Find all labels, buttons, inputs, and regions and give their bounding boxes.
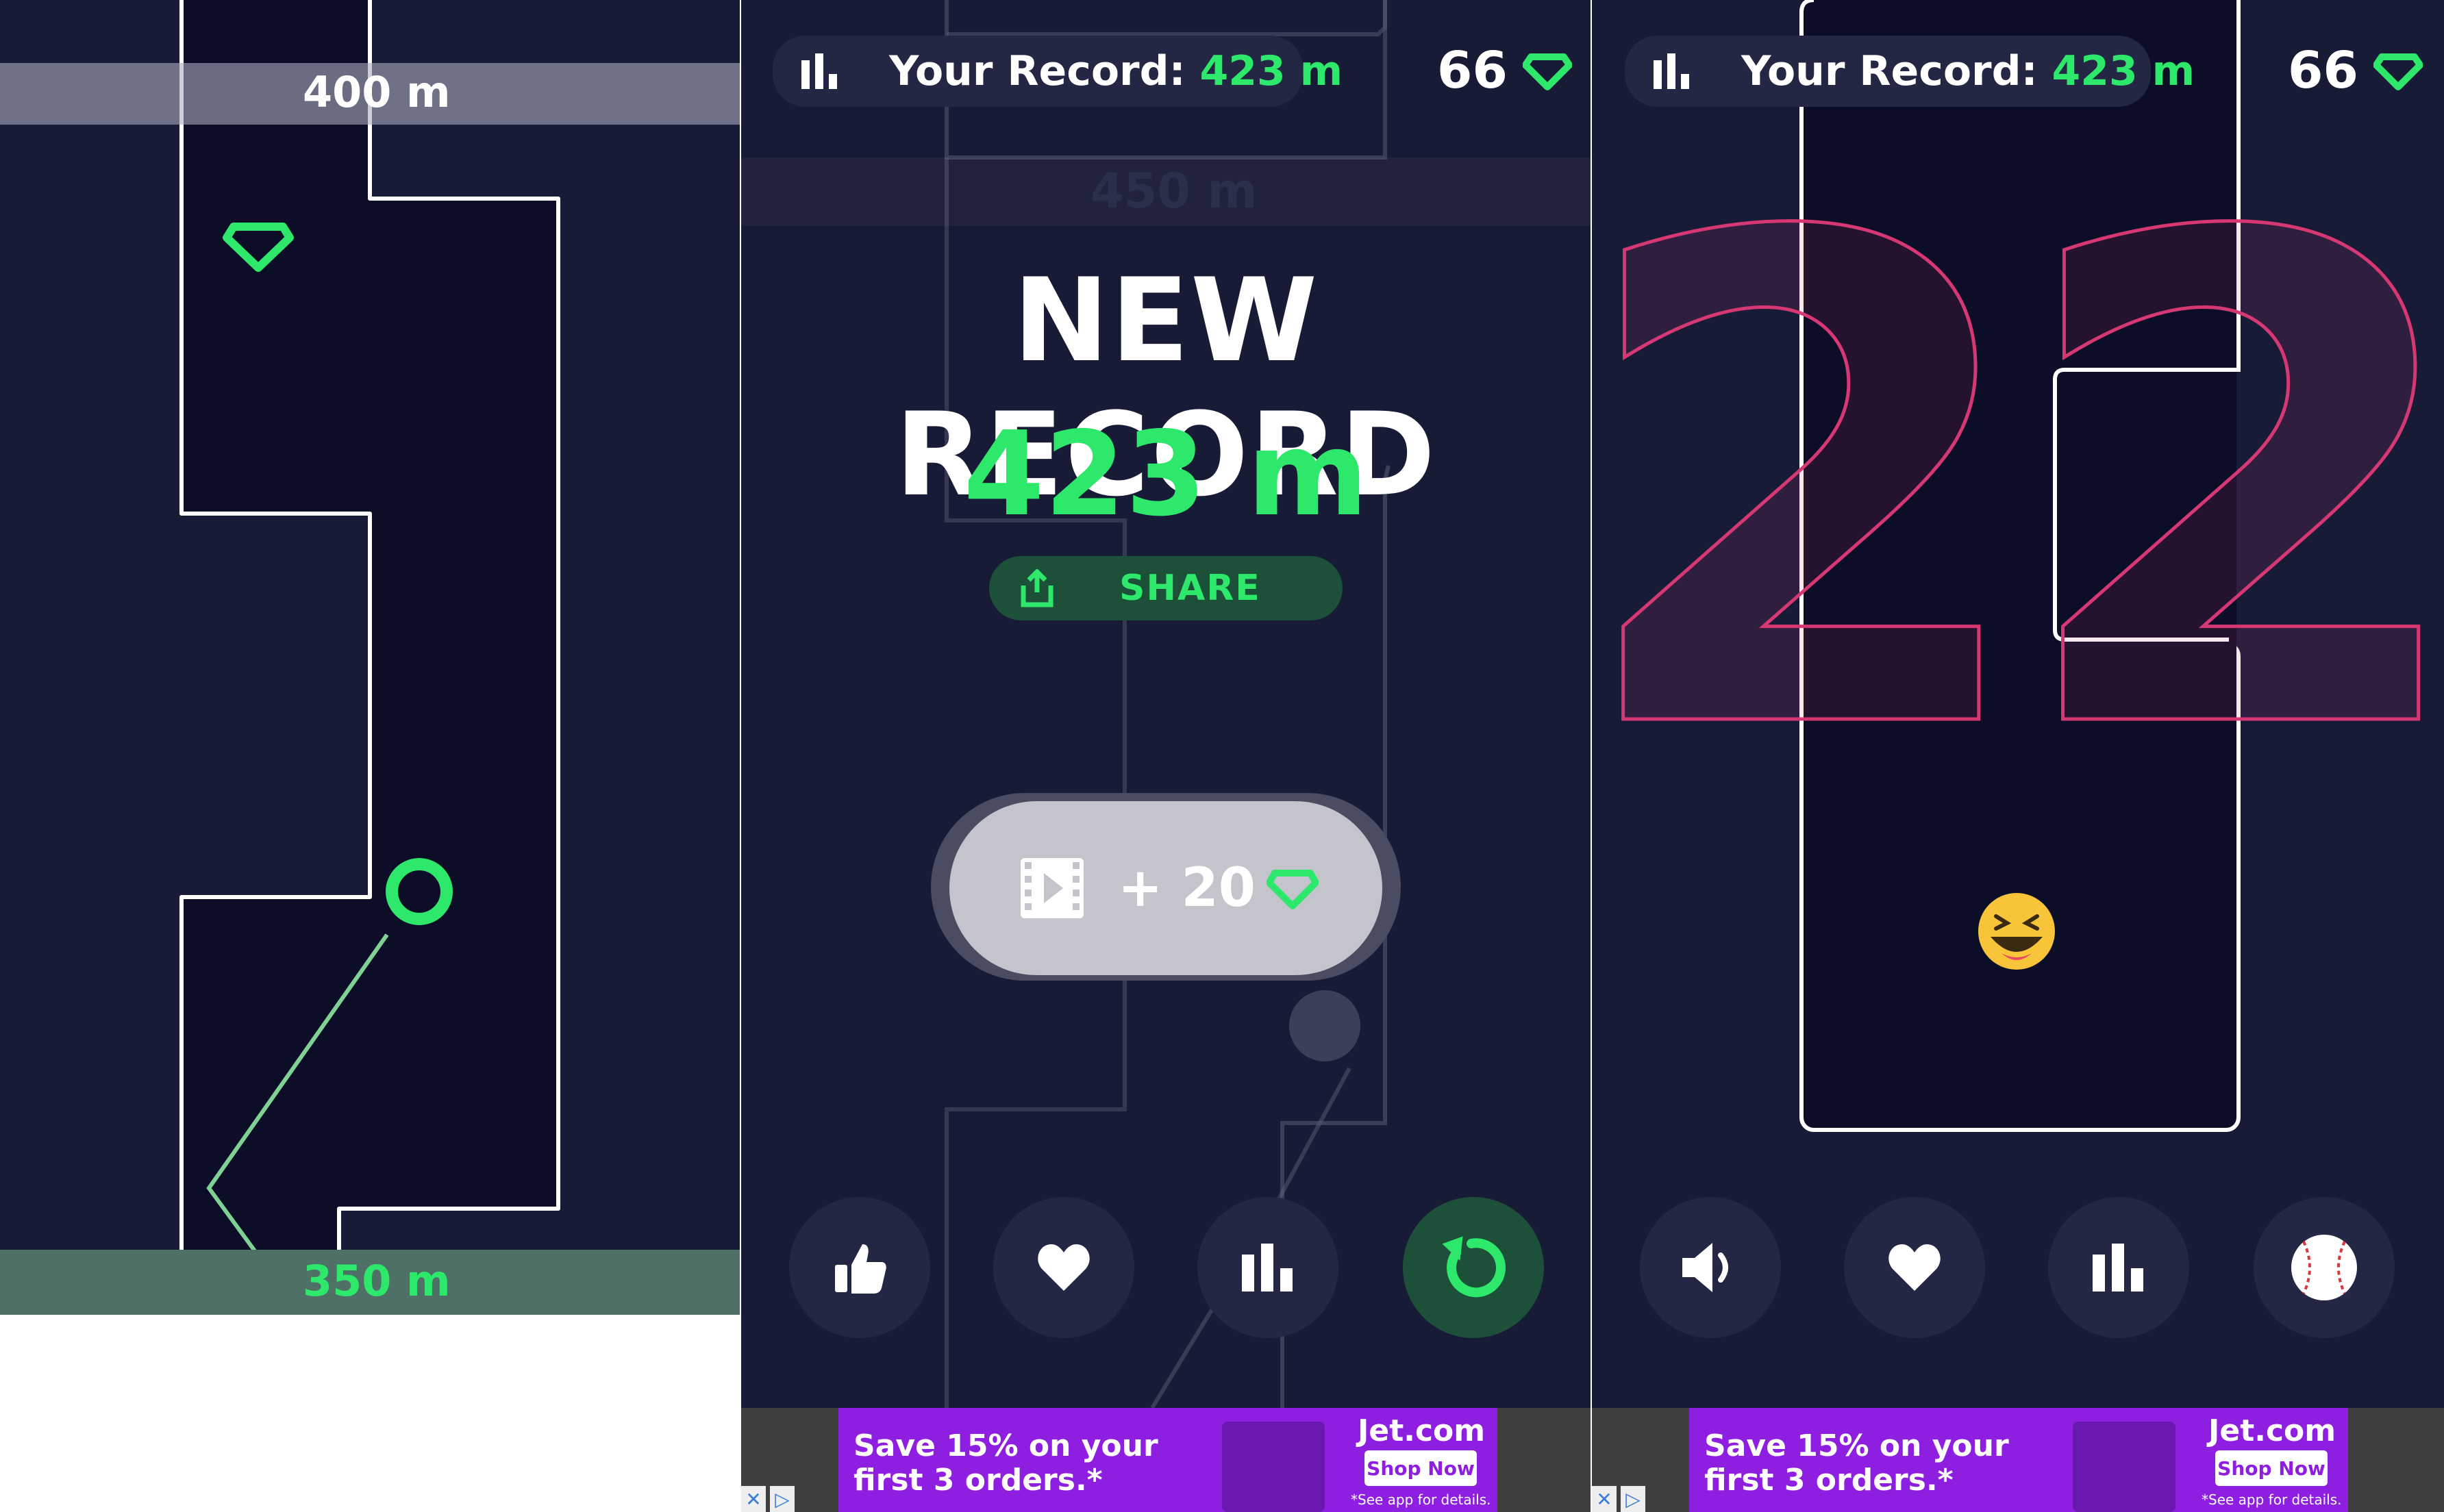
leaderboard-icon [800, 53, 838, 89]
ad-disclaimer: *See app for details. [1351, 1491, 1491, 1508]
leaderboard-icon [1240, 1244, 1295, 1292]
share-icon [1018, 569, 1056, 607]
countdown-digits: 22 [1592, 97, 2444, 878]
game-over-panel: 450 m Your Record: 423 m 66 NEW RECORD 4… [741, 0, 1591, 1512]
gem-icon [2373, 50, 2423, 91]
distance-marker-350-label: 350 m [303, 1256, 451, 1306]
gameplay-panel: 400 m 350 m [0, 0, 740, 1315]
share-button[interactable]: SHARE [989, 556, 1343, 620]
track-svg [179, 0, 560, 1315]
ad-headline-line2: first 3 orders.* [1704, 1463, 1954, 1498]
like-icon [832, 1240, 887, 1295]
ad-product-image [1222, 1422, 1325, 1512]
like-button[interactable] [789, 1197, 930, 1338]
record-label: Your Record: [889, 47, 1200, 95]
baseball-icon [2289, 1232, 2360, 1303]
favorite-button[interactable] [993, 1197, 1134, 1338]
leaderboard-icon [1652, 53, 1691, 89]
watch-video-reward-button[interactable]: + 20 [949, 801, 1382, 975]
distance-marker-400-label: 400 m [303, 67, 451, 117]
ad-banner[interactable]: Save 15% on your first 3 orders.* Jet.co… [838, 1408, 1497, 1512]
record-distance: 423 m [963, 407, 1369, 542]
gem-count: 66 [1437, 41, 1508, 100]
ad-headline-line1: Save 15% on your [1704, 1428, 2009, 1463]
gem-counter: 66 [2288, 41, 2423, 100]
leaderboard-button[interactable] [2048, 1197, 2189, 1338]
reward-amount: + 20 [1118, 857, 1256, 919]
ad-banner[interactable]: Save 15% on your first 3 orders.* Jet.co… [1689, 1408, 2348, 1512]
ad-strip: ✕ ▷ Save 15% on your first 3 orders.* Je… [1592, 1408, 2444, 1512]
adchoices-icon[interactable]: ▷ [1621, 1486, 1645, 1512]
record-chip[interactable]: Your Record: 423 m [1625, 36, 2195, 107]
favorite-button[interactable] [1844, 1197, 1985, 1338]
ball-skin-button[interactable] [2254, 1197, 2395, 1338]
ad-brand: Jet.com [2208, 1413, 2336, 1448]
sound-button[interactable] [1640, 1197, 1781, 1338]
ad-brand: Jet.com [1358, 1413, 1486, 1448]
sound-icon [1680, 1240, 1741, 1295]
ad-disclaimer: *See app for details. [2202, 1491, 2342, 1508]
gem-counter: 66 [1437, 41, 1572, 100]
ad-headline-line2: first 3 orders.* [853, 1463, 1103, 1498]
countdown-panel: 22 Your Record: 423 m 66 ✕ ▷ Save 15% on… [1592, 0, 2444, 1512]
heart-icon [1036, 1243, 1091, 1292]
record-value: 423 m [1199, 47, 1343, 95]
gem-icon [1267, 866, 1319, 910]
video-icon [1019, 857, 1085, 920]
gem-count: 66 [2288, 41, 2358, 100]
record-label: Your Record: [1741, 47, 2052, 95]
leaderboard-button[interactable] [1197, 1197, 1338, 1338]
record-value: 423 m [2052, 47, 2195, 95]
ad-shop-now-button[interactable]: Shop Now [1364, 1450, 1477, 1486]
ad-close-icon[interactable]: ✕ [1592, 1486, 1617, 1512]
leaderboard-icon [2091, 1244, 2146, 1292]
replay-icon [1436, 1230, 1511, 1305]
share-label: SHARE [1119, 568, 1261, 609]
ad-headline-line1: Save 15% on your [853, 1428, 1158, 1463]
heart-icon [1887, 1243, 1942, 1292]
adchoices-icon[interactable]: ▷ [770, 1486, 795, 1512]
replay-button[interactable] [1403, 1197, 1544, 1338]
laughing-face-icon [1978, 893, 2055, 970]
ghost-distance-label: 450 m [1090, 163, 1258, 219]
ad-product-image [2073, 1422, 2175, 1512]
gem-icon [1522, 50, 1572, 91]
record-chip[interactable]: Your Record: 423 m [773, 36, 1343, 107]
ad-shop-now-button[interactable]: Shop Now [2215, 1450, 2328, 1486]
ad-close-icon[interactable]: ✕ [741, 1486, 766, 1512]
ad-strip: ✕ ▷ Save 15% on your first 3 orders.* Je… [741, 1408, 1591, 1512]
